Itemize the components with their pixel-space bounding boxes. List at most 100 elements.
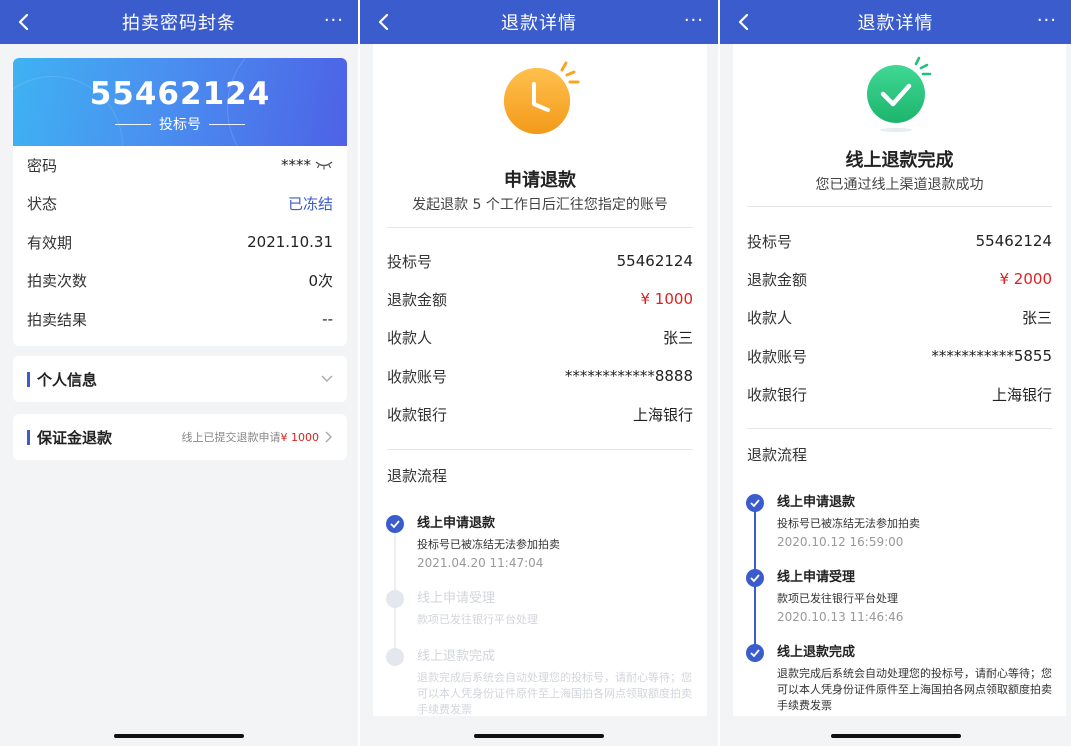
- row-value: 55462124: [616, 252, 693, 271]
- refund-amount: ¥ 1000: [280, 431, 320, 444]
- refund-hint: 线上已提交退款申请¥ 1000: [181, 431, 320, 444]
- refund-info-list: 投标号 55462124 退款金额 ¥ 2000 收款人 张三 收款账号 *******…: [733, 222, 1066, 413]
- pending-dot-icon: [386, 648, 404, 666]
- page-title: 退款详情: [857, 13, 934, 34]
- row-value: 2021.10.31: [247, 233, 333, 252]
- row-key: 退款金额: [387, 290, 448, 309]
- check-icon: [746, 494, 764, 512]
- status-title: 线上退款完成: [845, 150, 954, 171]
- bid-banner: 55462124 投标号: [13, 58, 347, 146]
- row-value: ************8888: [564, 367, 693, 386]
- check-icon: [746, 569, 764, 587]
- timeline-step: 线上申请受理 款项已发往银行平台处理: [373, 590, 707, 648]
- row-key: 收款人: [387, 329, 433, 348]
- step-desc: 退款完成后系统会自动处理您的投标号，请耐心等待；您可以本人凭身份证件原件至上海国…: [417, 671, 692, 716]
- row-key: 拍卖次数: [27, 272, 88, 291]
- step-name: 线上申请退款: [417, 516, 496, 531]
- row-value: 张三: [1021, 309, 1052, 328]
- step-time: 2021.04.20 11:47:04: [417, 556, 544, 570]
- row-value: 张三: [662, 329, 693, 348]
- timeline-step: 线上退款完成 退款完成后系统会自动处理您的投标号，请耐心等待；您可以本人凭身份证…: [373, 648, 707, 718]
- row-value: ***********5855: [931, 347, 1052, 366]
- row-key: 有效期: [27, 233, 73, 252]
- nav-bar: 退款详情 ···: [720, 0, 1071, 44]
- row-value: 0次: [308, 272, 333, 291]
- step-desc: 投标号已被冻结无法参加拍卖: [777, 517, 920, 530]
- row-value: 55462124: [975, 232, 1052, 251]
- flow-title: 退款流程: [387, 467, 448, 485]
- row-bid-number: 投标号 55462124: [733, 222, 1066, 260]
- row-bank: 收款银行 上海银行: [733, 375, 1066, 413]
- timeline-step: 线上申请退款 投标号已被冻结无法参加拍卖 2021.04.20 11:47:04: [373, 515, 707, 590]
- timeline-step: 线上申请退款 投标号已被冻结无法参加拍卖 2020.10.12 16:59:00: [733, 494, 1066, 569]
- section-marker: [27, 371, 30, 387]
- divider: [387, 227, 693, 228]
- nav-bar: 拍卖密码封条 ···: [0, 0, 358, 44]
- bid-info-card: 55462124 投标号 密码 **** 状态 已冻结 有效期 2021.10.…: [13, 58, 347, 346]
- row-auction-result: 拍卖结果 --: [13, 300, 347, 339]
- deposit-refund-section[interactable]: 保证金退款 线上已提交退款申请¥ 1000: [13, 414, 347, 460]
- row-account: 收款账号 ***********5855: [733, 337, 1066, 375]
- chevron-down-icon[interactable]: [321, 375, 333, 383]
- row-key: 收款银行: [387, 405, 448, 424]
- nav-bar: 退款详情 ···: [360, 0, 718, 44]
- row-value: --: [322, 310, 333, 329]
- more-icon[interactable]: ···: [684, 10, 704, 31]
- page-title: 退款详情: [501, 13, 577, 34]
- row-key: 收款账号: [387, 367, 448, 386]
- timeline-step: 线上申请受理 款项已发往银行平台处理 2020.10.13 11:46:46: [733, 569, 1066, 644]
- home-indicator: [474, 734, 604, 738]
- screen-auction-seal: 拍卖密码封条 ··· 55462124 投标号 密码 **** 状态 已冻结 有…: [0, 0, 358, 746]
- step-desc: 退款完成后系统会自动处理您的投标号，请耐心等待；您可以本人凭身份证件原件至上海国…: [777, 667, 1052, 712]
- row-payee: 收款人 张三: [373, 319, 707, 357]
- row-password: 密码 ****: [13, 146, 347, 185]
- row-key: 收款人: [747, 309, 793, 328]
- timeline-step: 线上退款完成 退款完成后系统会自动处理您的投标号，请耐心等待；您可以本人凭身份证…: [733, 644, 1066, 714]
- row-value: 上海银行: [632, 405, 693, 424]
- eye-closed-icon[interactable]: [315, 160, 333, 170]
- row-bid-number: 投标号 55462124: [373, 242, 707, 280]
- back-arrow-icon[interactable]: [14, 12, 34, 32]
- step-time: 2020.10.12 16:59:00: [777, 535, 904, 549]
- step-name: 线上申请退款: [777, 495, 856, 510]
- refund-timeline: 线上申请退款 投标号已被冻结无法参加拍卖 2021.04.20 11:47:04…: [373, 515, 707, 718]
- section-label: 个人信息: [37, 370, 98, 389]
- row-auction-count: 拍卖次数 0次: [13, 262, 347, 301]
- row-validity: 有效期 2021.10.31: [13, 223, 347, 262]
- flow-title: 退款流程: [747, 446, 808, 464]
- step-desc: 投标号已被冻结无法参加拍卖: [417, 538, 560, 551]
- row-key: 投标号: [747, 232, 793, 251]
- refund-detail-card: 申请退款 发起退款 5 个工作日后汇往您指定的账号 投标号 55462124 退款…: [373, 44, 707, 716]
- step-name: 线上申请受理: [777, 570, 856, 585]
- row-key: 状态: [27, 195, 58, 214]
- back-arrow-icon[interactable]: [734, 12, 754, 32]
- row-key: 收款银行: [747, 385, 808, 404]
- section-label: 保证金退款: [37, 428, 113, 447]
- step-time: 2020.10.13 11:46:46: [777, 610, 904, 624]
- status-desc: 发起退款 5 个工作日后汇往您指定的账号: [412, 197, 668, 213]
- row-value: ¥ 1000: [640, 290, 694, 309]
- step-desc: 款项已发往银行平台处理: [777, 592, 898, 605]
- back-arrow-icon[interactable]: [374, 12, 394, 32]
- row-value: 上海银行: [991, 385, 1052, 404]
- chevron-right-icon[interactable]: [325, 431, 333, 443]
- home-indicator: [114, 734, 244, 738]
- status-title: 申请退款: [504, 170, 576, 191]
- check-icon: [386, 515, 404, 533]
- divider: [747, 206, 1052, 207]
- row-refund-amount: 退款金额 ¥ 2000: [733, 260, 1066, 298]
- row-status: 状态 已冻结: [13, 185, 347, 224]
- more-icon[interactable]: ···: [1037, 10, 1057, 31]
- step-name: 线上退款完成: [417, 649, 496, 664]
- row-bank: 收款银行 上海银行: [373, 395, 707, 433]
- password-mask: ****: [281, 156, 311, 175]
- personal-info-section[interactable]: 个人信息: [13, 356, 347, 402]
- status-value: 已冻结: [287, 195, 333, 214]
- step-name: 线上退款完成: [777, 645, 856, 660]
- bid-label: 投标号: [159, 117, 201, 133]
- more-icon[interactable]: ···: [324, 10, 344, 31]
- row-refund-amount: 退款金额 ¥ 1000: [373, 280, 707, 318]
- row-key: 密码: [27, 156, 58, 175]
- step-desc: 款项已发往银行平台处理: [417, 613, 538, 626]
- refund-timeline: 线上申请退款 投标号已被冻结无法参加拍卖 2020.10.12 16:59:00…: [733, 494, 1066, 714]
